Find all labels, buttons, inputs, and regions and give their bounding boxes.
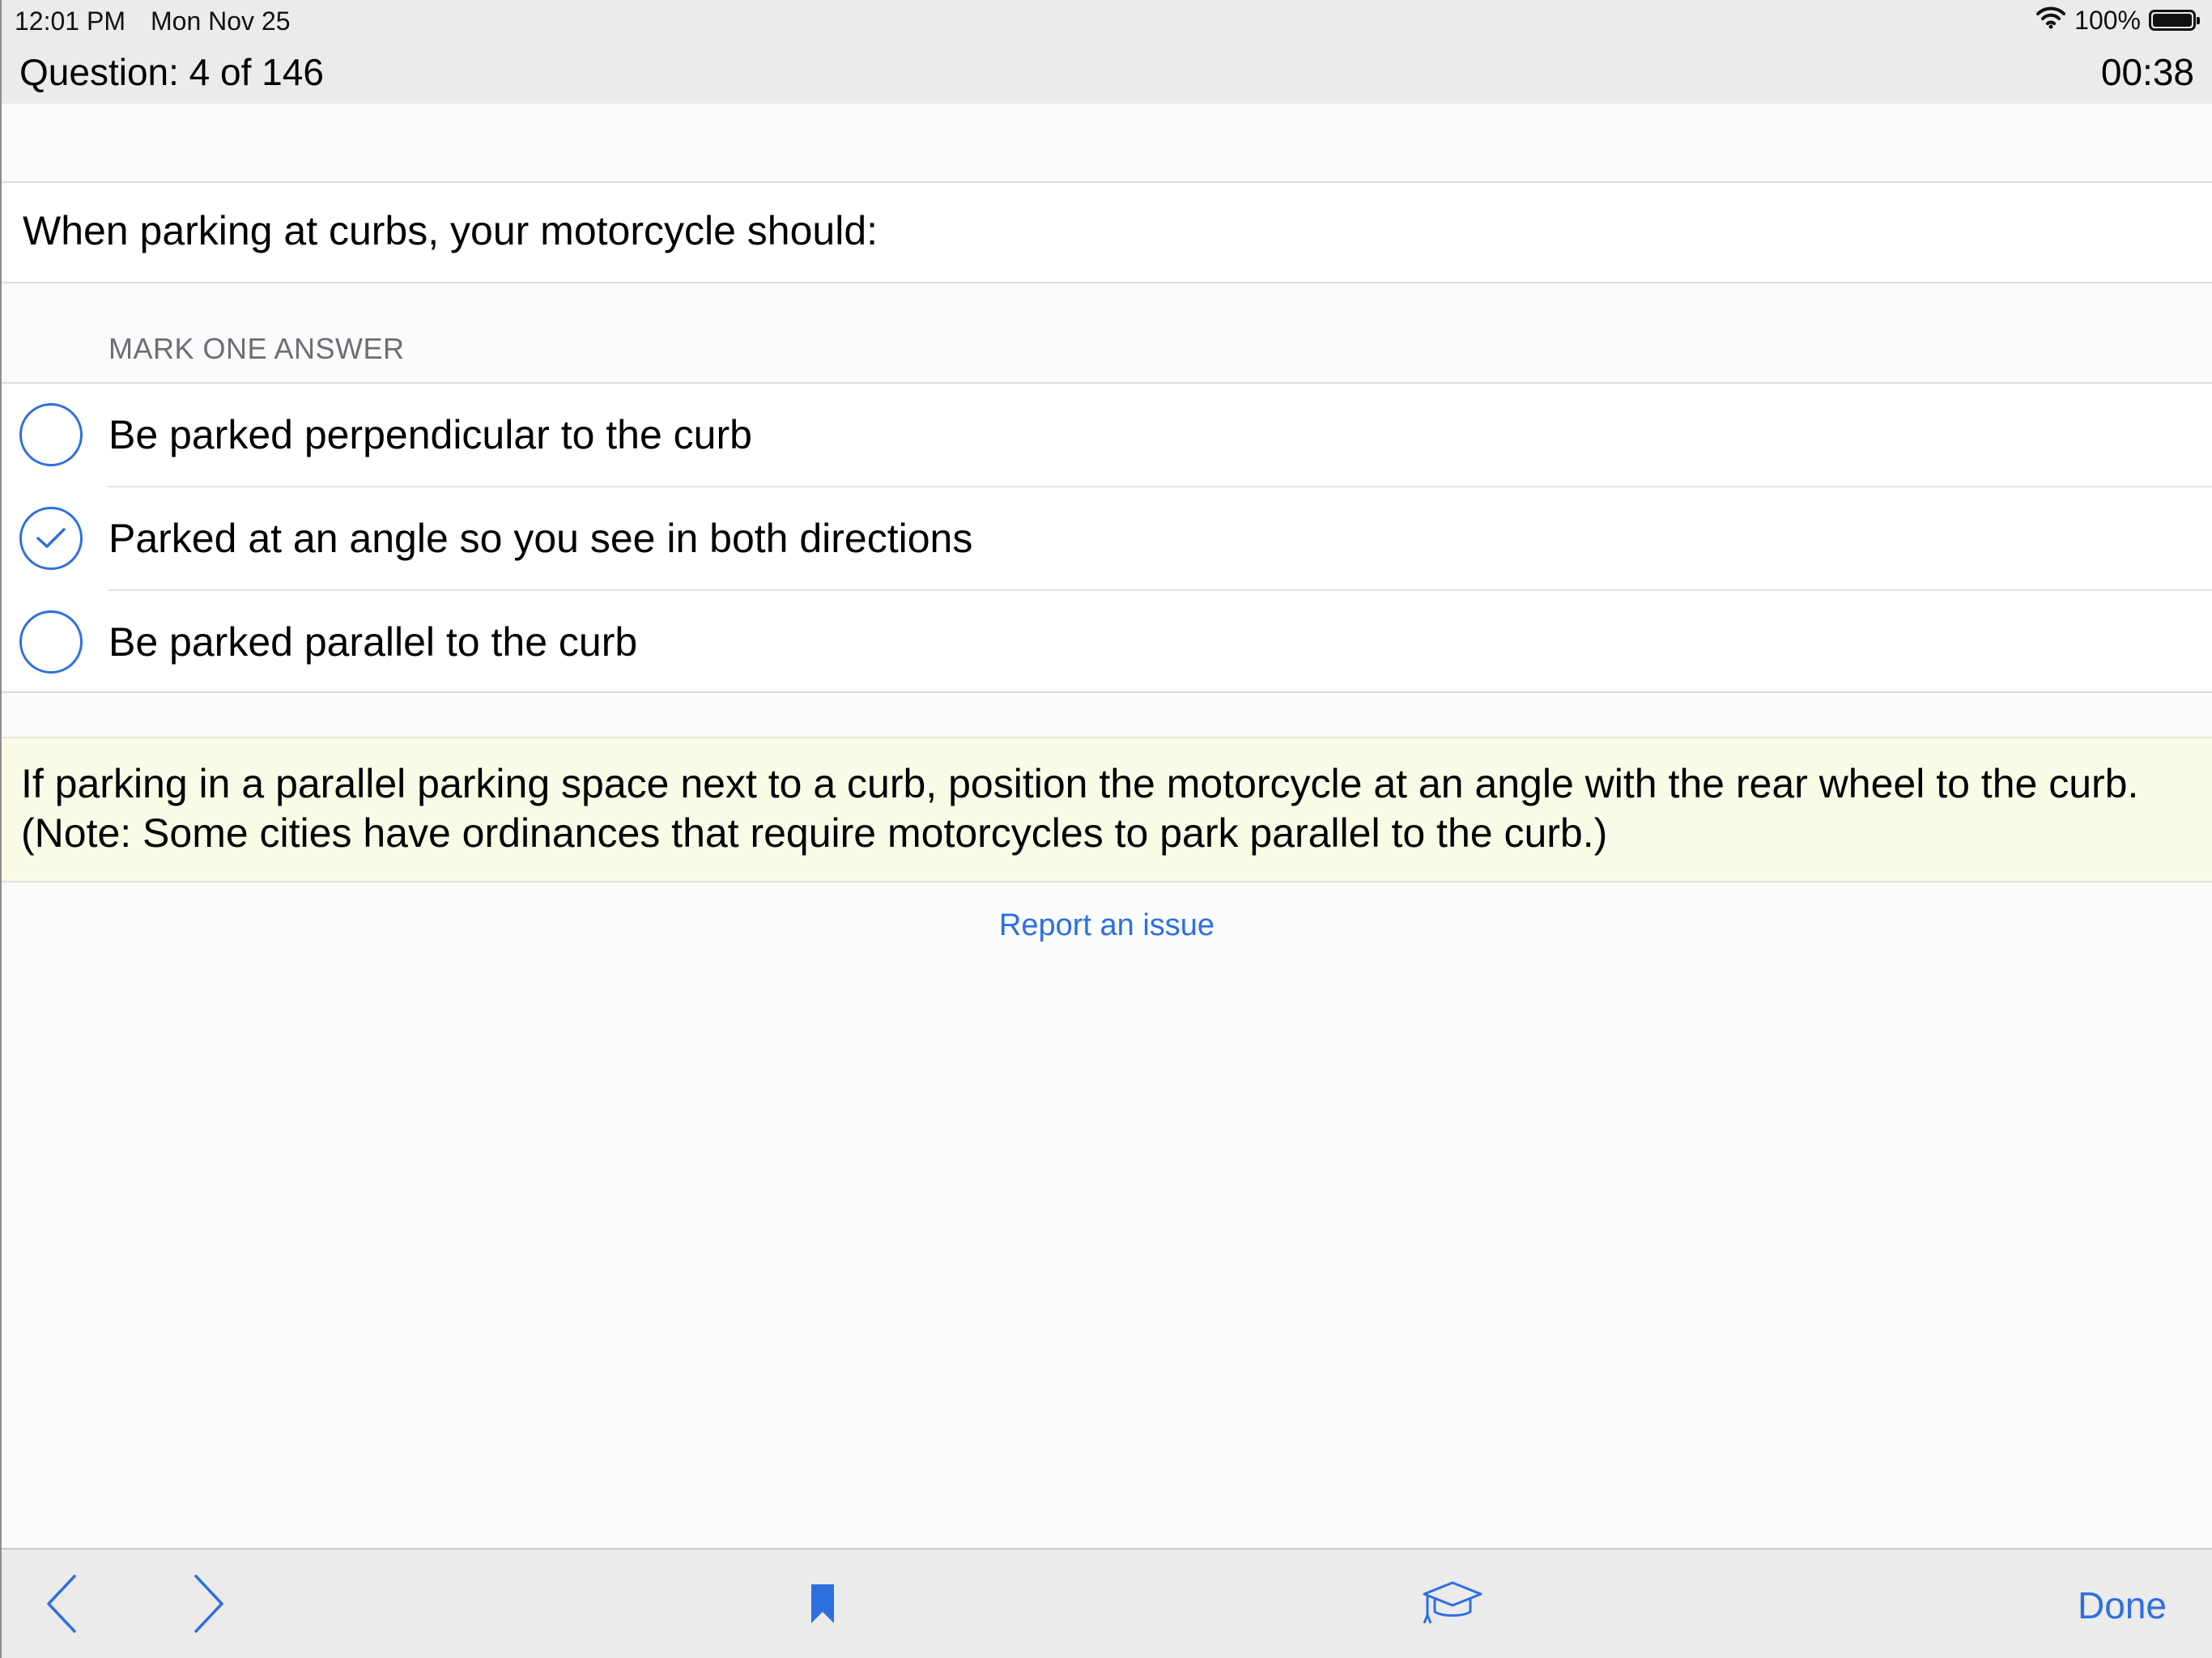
status-date: Mon Nov 25	[151, 6, 291, 36]
answer-option-1[interactable]: Be parked perpendicular to the curb	[2, 384, 2212, 487]
question-header: Question: 4 of 146 00:38	[2, 40, 2212, 104]
bookmark-icon[interactable]	[806, 1580, 839, 1627]
explanation-line-1: If parking in a parallel parking space n…	[21, 761, 2139, 806]
question-text: When parking at curbs, your motorcycle s…	[23, 208, 878, 253]
battery-icon	[2149, 10, 2200, 31]
report-issue-label[interactable]: Report an issue	[999, 908, 1214, 942]
explanation-line-2: (Note: Some cities have ordinances that …	[21, 810, 1608, 856]
status-bar: 12:01 PM Mon Nov 25 100%	[2, 0, 2212, 40]
answer-label: Be parked perpendicular to the curb	[108, 412, 752, 457]
status-right-group: 100%	[2035, 5, 2200, 36]
explanation-box: If parking in a parallel parking space n…	[2, 737, 2212, 882]
question-counter: Question: 4 of 146	[19, 51, 324, 93]
answers-list: Be parked perpendicular to the curb Park…	[2, 382, 2212, 693]
question-row: When parking at curbs, your motorcycle s…	[2, 181, 2212, 283]
checkmark-circle-icon[interactable]	[19, 507, 83, 570]
answers-section-label: MARK ONE ANSWER	[108, 332, 405, 365]
radio-unselected-icon[interactable]	[19, 403, 83, 466]
wifi-icon	[2035, 5, 2066, 36]
battery-percent: 100%	[2074, 5, 2141, 35]
radio-unselected-icon[interactable]	[19, 610, 83, 674]
done-button[interactable]: Done	[2078, 1584, 2167, 1627]
answer-label: Parked at an angle so you see in both di…	[108, 516, 973, 561]
chevron-right-icon[interactable]	[185, 1571, 233, 1637]
status-time: 12:01 PM	[15, 6, 125, 36]
battery-fill	[2153, 14, 2192, 27]
report-issue-link[interactable]: Report an issue	[2, 908, 2212, 943]
chevron-left-icon[interactable]	[37, 1571, 86, 1637]
question-timer: 00:38	[2100, 51, 2194, 93]
answer-option-3[interactable]: Be parked parallel to the curb	[2, 591, 2212, 695]
bottom-toolbar: Done	[2, 1548, 2212, 1658]
answer-label: Be parked parallel to the curb	[108, 619, 638, 665]
answer-option-2[interactable]: Parked at an angle so you see in both di…	[2, 487, 2212, 591]
graduation-cap-icon[interactable]	[1420, 1577, 1485, 1629]
